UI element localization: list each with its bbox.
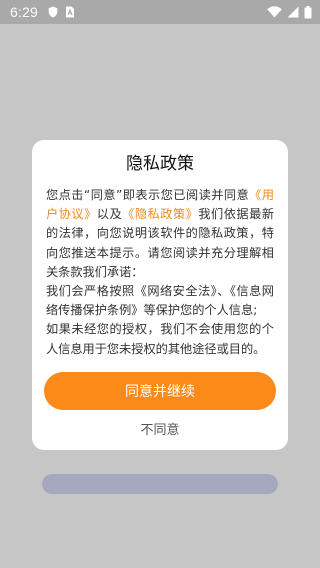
status-time: 6:29	[10, 4, 39, 20]
agree-and-continue-button[interactable]: 同意并继续	[44, 372, 276, 410]
dialog-line-laws: 我们会严格按照《网络安全法》、《信息网络传播保护条例》等保护您的个人信息;	[46, 284, 274, 318]
status-right-icons	[267, 5, 312, 19]
dialog-paragraph-intro: 您点击“同意”即表示您已阅读并同意《用户协议》以及《隐私政策》我们依据最新的法律…	[46, 186, 274, 282]
disagree-button[interactable]: 不同意	[32, 416, 288, 440]
status-left-icons	[48, 6, 75, 18]
dialog-title: 隐私政策	[126, 154, 194, 174]
intro-text: 您点击“同意”即表示您已阅读并同意	[46, 188, 250, 202]
dialog-body: 您点击“同意”即表示您已阅读并同意《用户协议》以及《隐私政策》我们依据最新的法律…	[46, 186, 274, 359]
sim-card-icon	[65, 6, 75, 18]
dialog-line-authorization: 如果未经您的授权，我们不会使用您的个人信息用于您未授权的其他途径或目的。	[46, 322, 274, 356]
privacy-policy-dialog: 隐私政策 您点击“同意”即表示您已阅读并同意《用户协议》以及《隐私政策》我们依据…	[32, 140, 288, 450]
battery-icon	[304, 5, 312, 19]
background-placeholder-bar	[42, 474, 278, 494]
status-bar: 6:29	[0, 0, 320, 24]
shield-icon	[48, 6, 58, 18]
wifi-icon	[267, 6, 282, 18]
conjunction-text: 以及	[96, 207, 123, 222]
privacy-policy-link[interactable]: 《隐私政策》	[122, 207, 198, 221]
signal-icon	[287, 6, 299, 18]
